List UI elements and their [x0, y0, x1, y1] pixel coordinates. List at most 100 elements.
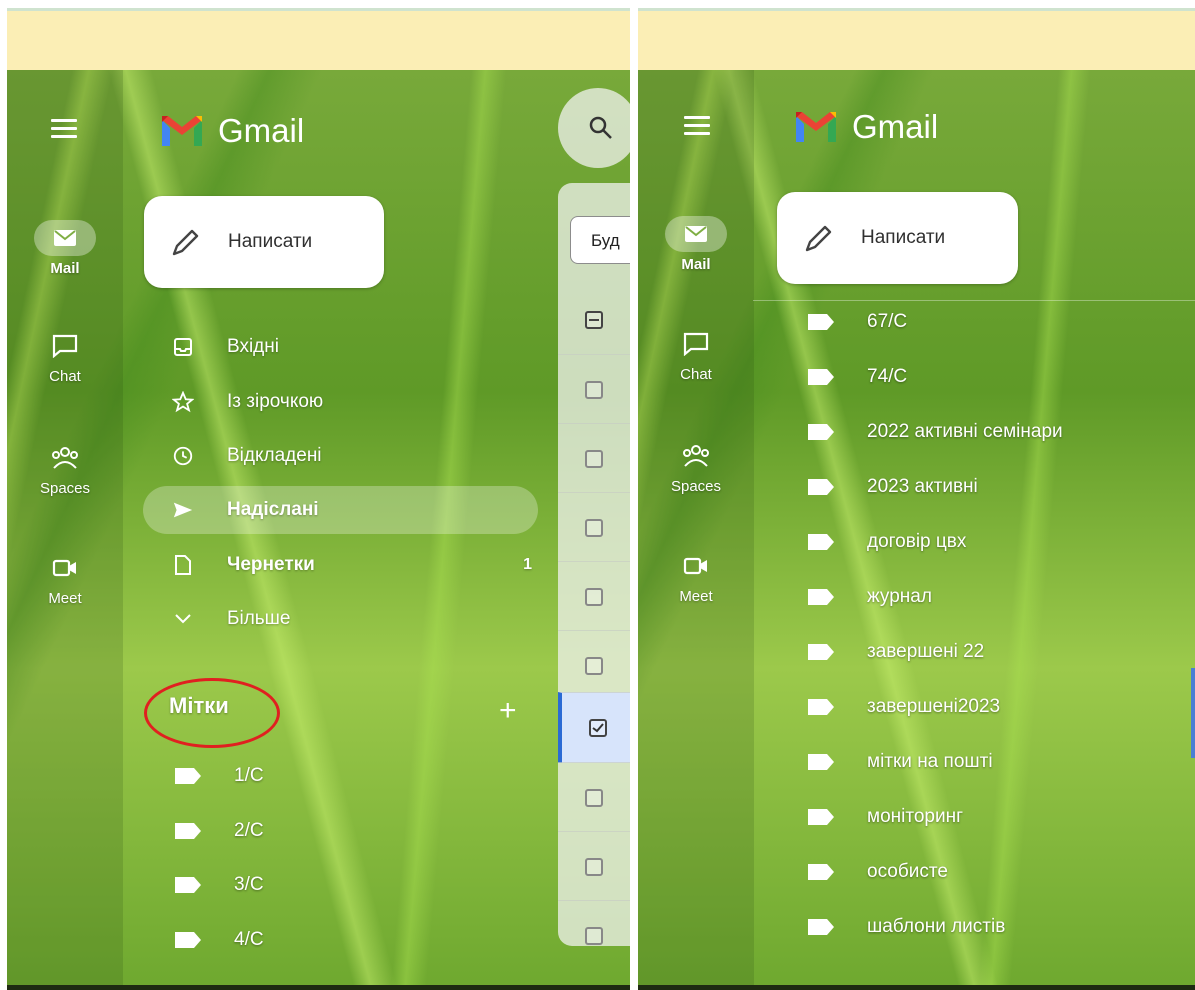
nav-snoozed[interactable]: Відкладені [143, 432, 538, 480]
label-tag-icon [808, 424, 834, 440]
rail-chat-button[interactable]: Chat [638, 326, 754, 383]
message-row[interactable] [558, 630, 630, 700]
spaces-icon [52, 447, 78, 469]
row-checkbox[interactable] [585, 380, 603, 399]
app-rail [638, 70, 754, 990]
spaces-icon [683, 445, 709, 467]
label-item[interactable]: шаблони листів [808, 907, 1005, 947]
rail-chat-button[interactable]: Chat [7, 328, 123, 385]
select-all-checkbox[interactable] [585, 310, 603, 329]
row-checkbox[interactable] [585, 788, 603, 807]
send-icon [173, 502, 193, 518]
rail-meet-button[interactable]: Meet [638, 548, 754, 605]
label-name: 2023 активні [867, 476, 978, 497]
rail-label: Spaces [670, 478, 722, 495]
label-name: особисте [867, 861, 948, 882]
app-name: Gmail [852, 108, 939, 145]
rail-spaces-button[interactable]: Spaces [638, 438, 754, 495]
search-button[interactable] [558, 88, 630, 168]
nav-sent[interactable]: Надіслані [143, 486, 538, 534]
rail-spaces-button[interactable]: Spaces [7, 440, 123, 497]
label-name: моніторинг [867, 806, 964, 827]
label-item[interactable]: 1/С [175, 756, 264, 796]
label-tag-icon [808, 314, 834, 330]
rail-label: Chat [680, 366, 712, 383]
chevron-down-icon [175, 614, 191, 624]
label-name: 67/С [867, 311, 908, 332]
label-item[interactable]: моніторинг [808, 797, 963, 837]
label-tag-icon [808, 369, 834, 385]
main-menu-button[interactable] [684, 116, 710, 136]
label-name: 1/С [234, 765, 264, 786]
pencil-icon [172, 229, 199, 256]
row-checkbox[interactable] [585, 857, 603, 876]
nav-label: Надіслані [227, 499, 319, 520]
label-item[interactable]: договір цвх [808, 522, 966, 562]
rail-label: Meet [48, 590, 82, 607]
nav-starred[interactable]: Із зірочкою [143, 378, 538, 426]
right-screenshot-panel: Gmail Mail Chat Spaces Meet Написати 67/… [638, 8, 1195, 990]
row-checkbox[interactable] [585, 518, 603, 537]
label-item[interactable]: 74/С [808, 357, 907, 397]
label-item[interactable]: 67/С [808, 302, 907, 342]
clock-icon [173, 446, 193, 466]
label-item[interactable]: завершені 22 [808, 632, 984, 672]
label-name: завершені 22 [867, 641, 985, 662]
label-tag-icon [175, 768, 201, 784]
rail-mail-button[interactable]: Mail [638, 216, 754, 273]
rail-meet-button[interactable]: Meet [7, 550, 123, 607]
label-item[interactable]: 2/С [175, 811, 264, 851]
add-label-button[interactable]: + [499, 696, 517, 726]
label-item[interactable]: 4/С [175, 920, 264, 960]
gmail-logo[interactable]: Gmail [794, 108, 938, 146]
rail-mail-button[interactable]: Mail [7, 220, 123, 277]
section-divider [753, 300, 1195, 301]
nav-label: Більше [227, 608, 291, 629]
bottom-bar [638, 985, 1195, 990]
compose-button[interactable]: Написати [777, 192, 1018, 284]
row-checkbox[interactable] [585, 587, 603, 606]
filter-input[interactable]: Буд [570, 216, 630, 264]
bottom-bar [7, 985, 630, 990]
message-row[interactable] [558, 900, 630, 970]
mail-icon [54, 230, 76, 246]
compose-label: Написати [228, 231, 313, 252]
menu-icon [684, 116, 710, 119]
message-row[interactable] [558, 561, 630, 631]
label-item[interactable]: особисте [808, 852, 948, 892]
row-checkbox[interactable] [585, 656, 603, 675]
label-name: завершені2023 [867, 696, 1001, 717]
message-row[interactable] [558, 492, 630, 562]
row-checkbox-checked[interactable] [589, 719, 607, 737]
rail-label: Chat [49, 368, 81, 385]
label-item[interactable]: мітки на пошті [808, 742, 993, 782]
message-row[interactable] [558, 354, 630, 424]
message-row[interactable] [558, 423, 630, 493]
gmail-logo[interactable]: Gmail [160, 112, 304, 150]
nav-label: Вхідні [227, 336, 279, 357]
message-row-selected[interactable] [558, 692, 630, 763]
label-item[interactable]: 2023 активні [808, 467, 978, 507]
label-item[interactable]: 3/С [175, 865, 264, 905]
message-row[interactable] [558, 831, 630, 901]
meet-icon [683, 557, 707, 575]
nav-label: Відкладені [227, 445, 322, 466]
label-tag-icon [175, 932, 201, 948]
label-name: 74/С [867, 366, 908, 387]
row-checkbox[interactable] [585, 926, 603, 945]
label-item[interactable]: журнал [808, 577, 932, 617]
nav-inbox[interactable]: Вхідні [143, 323, 538, 371]
select-all-checkbox-row[interactable] [558, 285, 630, 354]
nav-more[interactable]: Більше [143, 595, 538, 643]
label-item[interactable]: завершені2023 [808, 687, 1000, 727]
row-checkbox[interactable] [585, 449, 603, 468]
label-item[interactable]: 2022 активні семінари [808, 412, 1063, 452]
message-row[interactable] [558, 762, 630, 832]
label-tag-icon [808, 589, 834, 605]
nav-drafts[interactable]: Чернетки 1 [143, 541, 538, 589]
scrollbar[interactable] [1191, 668, 1195, 758]
nav-label: Чернетки [227, 554, 315, 575]
label-tag-icon [175, 823, 201, 839]
main-menu-button[interactable] [51, 119, 77, 139]
compose-button[interactable]: Написати [144, 196, 384, 288]
